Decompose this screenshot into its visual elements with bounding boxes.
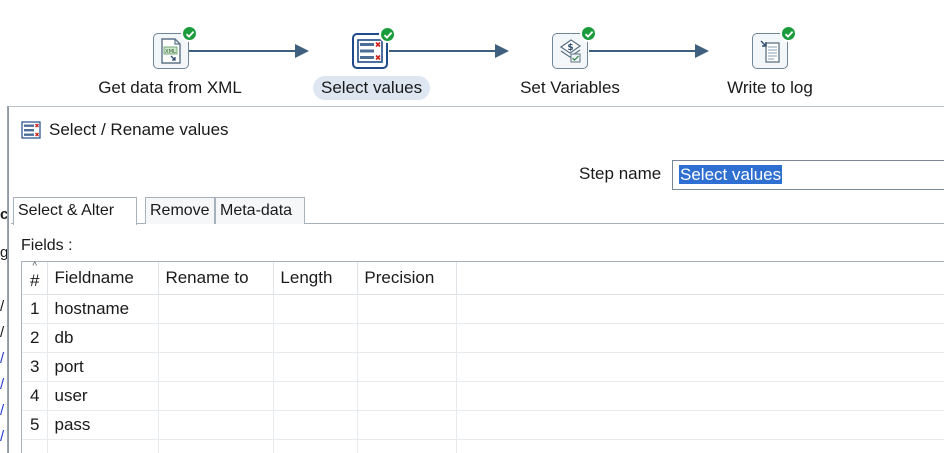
step-label-get-data-from-xml: Get data from XML bbox=[98, 78, 242, 97]
select-values-icon bbox=[357, 39, 383, 63]
step-get-data-from-xml[interactable]: XML bbox=[153, 25, 198, 69]
cell-length[interactable] bbox=[273, 323, 359, 353]
column-header-number[interactable]: ^ # bbox=[22, 260, 49, 295]
sort-caret-icon: ^ bbox=[32, 260, 38, 272]
hop-xml-to-select[interactable] bbox=[189, 44, 309, 58]
cell-rename-to[interactable] bbox=[158, 323, 275, 353]
cell-length[interactable] bbox=[273, 410, 359, 440]
tab-select-alter[interactable]: Select & Alter bbox=[13, 197, 137, 225]
cell-rename-to[interactable] bbox=[158, 381, 275, 411]
step-label-write-to-log: Write to log bbox=[727, 78, 813, 97]
tab-remove[interactable]: Remove bbox=[145, 197, 215, 224]
dialog-title: Select / Rename values bbox=[49, 120, 229, 139]
hop-setvars-to-log[interactable] bbox=[589, 44, 709, 58]
svg-text:XML: XML bbox=[165, 49, 176, 55]
column-header-precision[interactable]: Precision bbox=[357, 262, 458, 295]
set-variables-icon: $ bbox=[559, 39, 582, 63]
row-number: 5 bbox=[22, 410, 49, 440]
transformation-canvas[interactable]: XML Get data from XML Select values $ Se… bbox=[0, 0, 944, 106]
cell-precision[interactable] bbox=[357, 410, 458, 440]
cell-precision[interactable] bbox=[357, 294, 458, 324]
column-header-fieldname[interactable]: Fieldname bbox=[47, 262, 160, 295]
fields-label: Fields : bbox=[21, 237, 73, 254]
table-row[interactable]: 3 port bbox=[22, 352, 944, 382]
step-label-select-values: Select values bbox=[313, 76, 431, 100]
fields-table[interactable]: ^ # Fieldname Rename to Length Precision… bbox=[21, 261, 944, 453]
cell-fieldname[interactable]: port bbox=[47, 352, 160, 382]
step-name-label: Step name bbox=[579, 164, 662, 183]
step-name-selected-text[interactable]: Select values bbox=[679, 165, 783, 184]
cell-fieldname[interactable]: pass bbox=[47, 410, 160, 440]
hop-select-to-setvars[interactable] bbox=[389, 44, 509, 58]
cell-rename-to[interactable] bbox=[158, 294, 275, 324]
cell-precision[interactable] bbox=[357, 352, 458, 382]
cell-precision[interactable] bbox=[357, 323, 458, 353]
cell-length[interactable] bbox=[273, 381, 359, 411]
step-ok-check-icon bbox=[181, 25, 198, 42]
cell-rename-to[interactable] bbox=[158, 410, 275, 440]
select-rename-values-dialog: Select / Rename values Step name Select … bbox=[8, 106, 944, 453]
row-number: 1 bbox=[22, 294, 49, 324]
step-set-variables[interactable]: $ bbox=[552, 25, 597, 69]
table-row[interactable]: 1 hostname bbox=[22, 294, 944, 324]
cell-fieldname[interactable]: hostname bbox=[47, 294, 160, 324]
step-write-to-log[interactable] bbox=[752, 25, 797, 69]
column-header-length[interactable]: Length bbox=[273, 262, 359, 295]
step-ok-check-icon bbox=[780, 25, 797, 42]
write-to-log-icon bbox=[760, 40, 780, 63]
table-row[interactable]: 5 pass bbox=[22, 410, 944, 440]
cell-fieldname[interactable]: user bbox=[47, 381, 160, 411]
step-name-input[interactable]: Select values bbox=[672, 160, 944, 190]
column-header-filler bbox=[456, 262, 944, 295]
step-label-set-variables: Set Variables bbox=[520, 78, 620, 97]
cell-length[interactable] bbox=[273, 294, 359, 324]
cell-length[interactable] bbox=[273, 352, 359, 382]
step-select-values[interactable] bbox=[352, 26, 396, 69]
row-number: 3 bbox=[22, 352, 49, 382]
table-header-row: ^ # Fieldname Rename to Length Precision bbox=[22, 260, 944, 295]
step-ok-check-icon bbox=[580, 25, 597, 42]
background-window-edge: c g / / / / / / bbox=[0, 106, 8, 453]
row-number: 2 bbox=[22, 323, 49, 353]
step-ok-check-icon bbox=[379, 26, 396, 43]
select-values-icon bbox=[21, 121, 41, 139]
table-row[interactable]: 4 user bbox=[22, 381, 944, 411]
xml-input-icon: XML bbox=[161, 38, 181, 64]
cell-precision[interactable] bbox=[357, 381, 458, 411]
tab-folder: Select & Alter Remove Meta-data Fields :… bbox=[11, 195, 944, 453]
dialog-title-bar: Select / Rename values bbox=[21, 119, 229, 141]
cell-rename-to[interactable] bbox=[158, 352, 275, 382]
table-row-empty[interactable] bbox=[22, 439, 944, 453]
table-row[interactable]: 2 db bbox=[22, 323, 944, 353]
svg-text:$: $ bbox=[567, 43, 573, 53]
column-header-rename-to[interactable]: Rename to bbox=[158, 262, 275, 295]
row-number: 4 bbox=[22, 381, 49, 411]
tab-meta-data[interactable]: Meta-data bbox=[215, 197, 305, 224]
cell-fieldname[interactable]: db bbox=[47, 323, 160, 353]
